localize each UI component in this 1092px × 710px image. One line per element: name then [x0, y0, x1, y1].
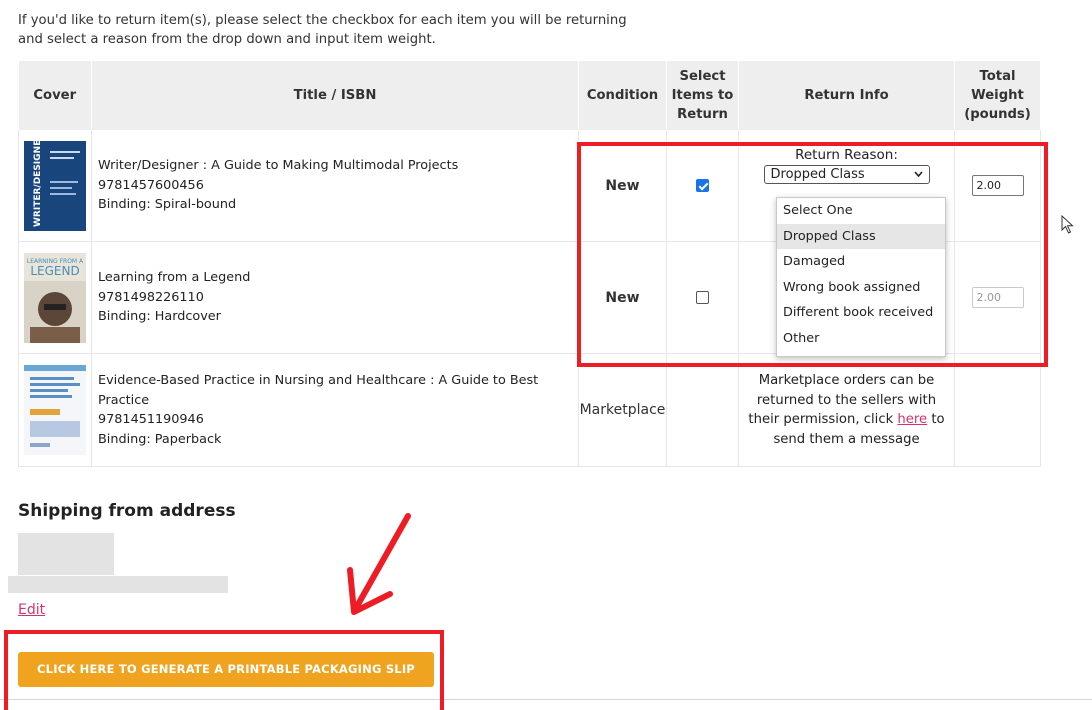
cover-cell: WRITER/DESIGNER	[18, 130, 92, 242]
book-isbn: 9781457600456	[98, 177, 204, 193]
book-title: Writer/Designer : A Guide to Making Mult…	[98, 158, 459, 174]
title-cell: Learning from a Legend 9781498226110 Bin…	[91, 241, 579, 354]
weight-cell	[954, 353, 1041, 467]
mouse-cursor-icon	[1061, 215, 1074, 234]
cover-cell	[18, 353, 92, 467]
book-isbn: 9781451190946	[98, 412, 204, 427]
learning-from-a-legend-cover-icon: LEARNING FROM A LEGEND	[24, 252, 86, 343]
annotation-arrow-icon	[347, 513, 411, 615]
book-title: Learning from a Legend	[98, 270, 251, 286]
shipping-from-title: Shipping from address	[18, 501, 236, 521]
marketplace-note: Marketplace orders can be returned to th…	[739, 371, 954, 449]
header-title-isbn: Title / ISBN	[91, 61, 579, 130]
header-select-items: Select Items to Return	[666, 61, 739, 130]
svg-text:WRITER/DESIGNER: WRITER/DESIGNER	[33, 141, 43, 227]
edit-address-link[interactable]: Edit	[18, 602, 45, 618]
book-title: Evidence-Based Practice in Nursing and H…	[98, 373, 539, 408]
book-binding: Binding: Paperback	[98, 431, 222, 447]
header-total-weight: Total Weight (pounds)	[954, 61, 1041, 130]
header-return-info: Return Info	[738, 61, 955, 130]
book-binding: Binding: Spiral-bound	[98, 197, 237, 213]
cover-cell: LEARNING FROM A LEGEND	[18, 241, 92, 354]
table-row: Evidence-Based Practice in Nursing and H…	[18, 353, 1041, 467]
condition-cell: Marketplace	[578, 353, 667, 467]
annotation-box-generate-button	[4, 630, 444, 710]
book-isbn: 9781498226110	[98, 289, 204, 305]
redacted-address-line	[18, 533, 114, 575]
writer-designer-cover-icon: WRITER/DESIGNER	[24, 140, 86, 231]
title-cell: Writer/Designer : A Guide to Making Mult…	[91, 130, 579, 242]
header-condition: Condition	[578, 61, 667, 130]
redacted-address-line	[8, 576, 228, 593]
book-binding: Binding: Hardcover	[98, 309, 221, 325]
table-header-row: Cover Title / ISBN Condition Select Item…	[18, 61, 1041, 130]
header-cover: Cover	[18, 61, 92, 130]
title-cell: Evidence-Based Practice in Nursing and H…	[91, 353, 579, 467]
annotation-box-return-area	[577, 142, 1048, 367]
cover-text: LEGEND	[30, 264, 79, 278]
marketplace-seller-link[interactable]: here	[897, 412, 927, 427]
return-info-cell: Marketplace orders can be returned to th…	[738, 353, 955, 467]
return-instructions: If you'd like to return item(s), please …	[18, 13, 627, 47]
evidence-based-practice-cover-icon	[24, 365, 86, 455]
select-cell	[666, 353, 739, 467]
